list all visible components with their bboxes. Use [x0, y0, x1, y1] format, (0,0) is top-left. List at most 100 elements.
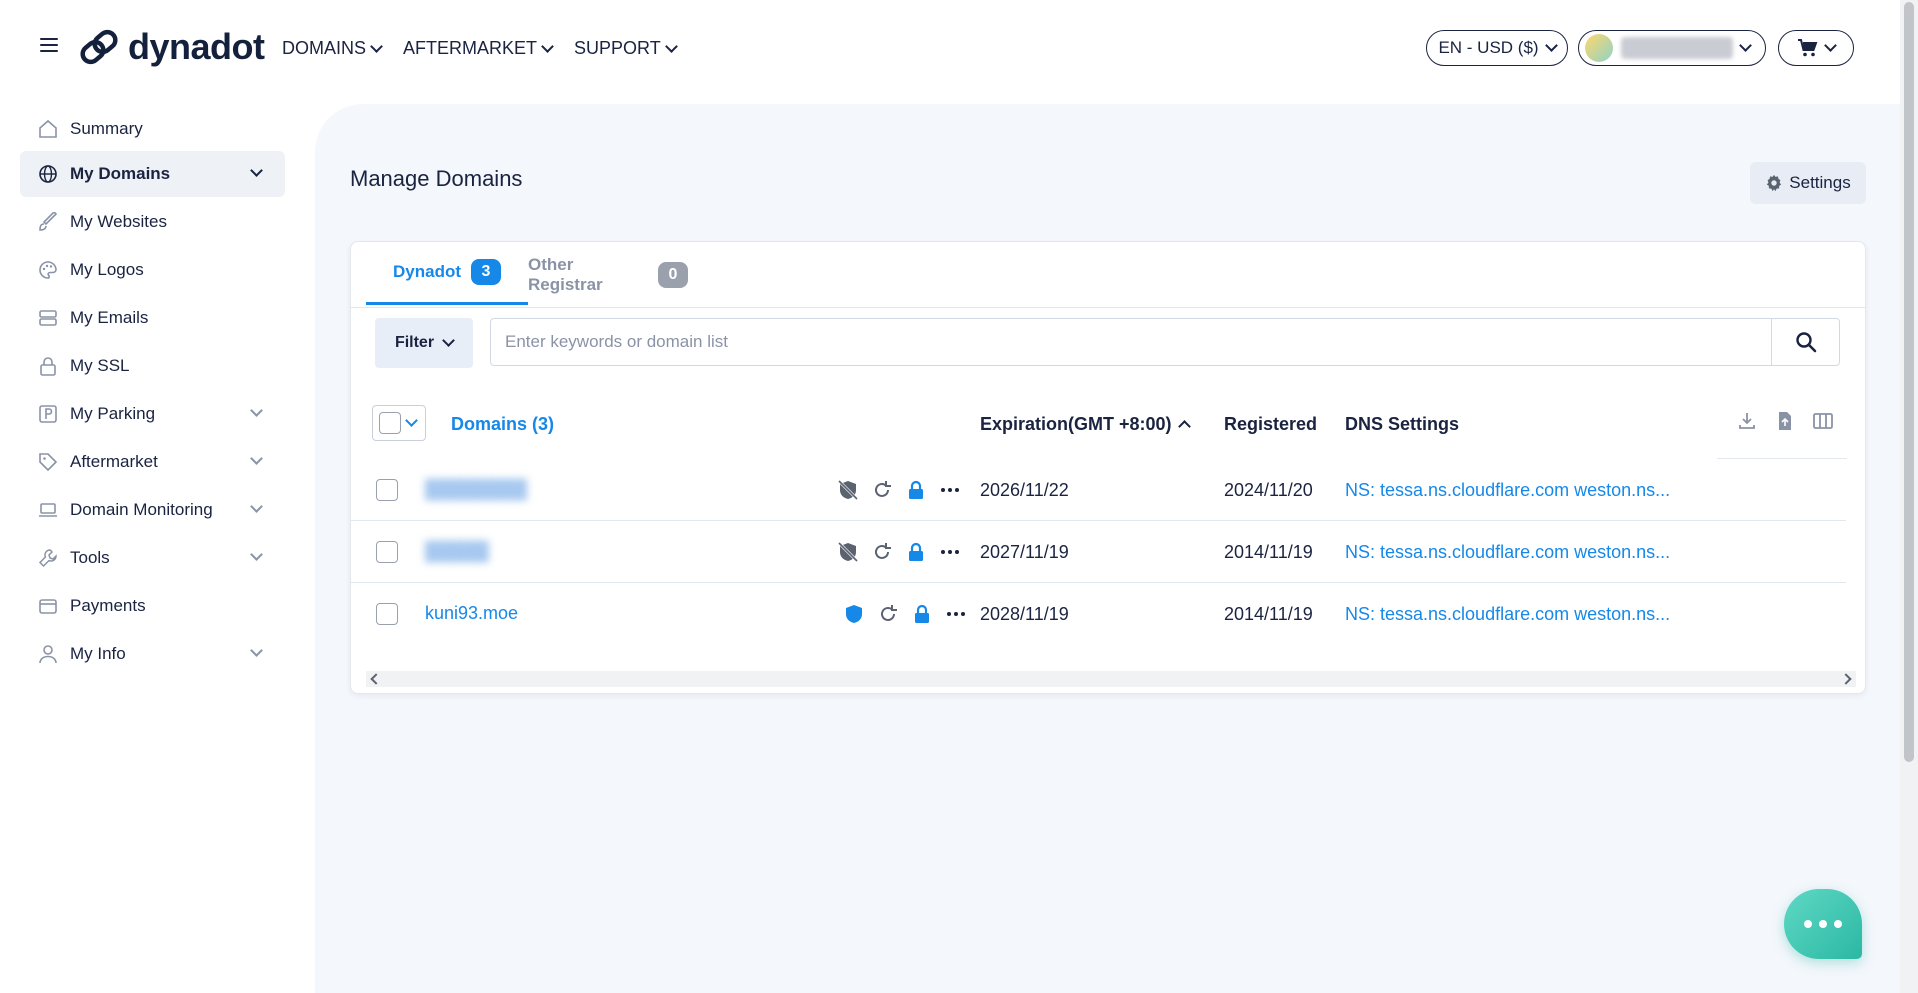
domain-name-redacted[interactable]: ████████ — [425, 479, 527, 500]
select-all-dropdown[interactable] — [372, 405, 426, 441]
chevron-down-icon — [250, 500, 263, 513]
row-checkbox[interactable] — [376, 541, 398, 563]
privacy-off-icon[interactable] — [837, 479, 859, 501]
tab-dynadot[interactable]: Dynadot 3 — [366, 242, 528, 305]
chat-button[interactable] — [1784, 889, 1862, 959]
sidebar-item-my-parking[interactable]: My Parking — [20, 391, 285, 437]
horizontal-scrollbar[interactable] — [366, 671, 1856, 687]
more-options-icon[interactable] — [939, 479, 961, 501]
registrar-tabs: Dynadot 3 Other Registrar 0 — [351, 242, 1865, 308]
dns-settings-link[interactable]: NS: tessa.ns.cloudflare.com weston.ns... — [1345, 604, 1670, 625]
vertical-scrollbar[interactable] — [1900, 0, 1918, 993]
domain-name-redacted[interactable]: █████ — [425, 541, 489, 562]
column-expiration[interactable]: Expiration(GMT +8:00) — [980, 414, 1191, 435]
lock-icon[interactable] — [905, 479, 927, 501]
top-header: dynadot DOMAINS AFTERMARKET SUPPORT EN -… — [0, 0, 1900, 96]
home-icon — [39, 119, 57, 138]
nav-support-label: SUPPORT — [574, 38, 661, 58]
sidebar-item-label: My Websites — [70, 212, 167, 231]
sidebar-item-label: My Info — [70, 644, 126, 663]
sidebar-item-label: Domain Monitoring — [70, 500, 213, 519]
sidebar: Summary My Domains My Websites My Logos … — [0, 96, 300, 993]
sidebar-item-my-domains[interactable]: My Domains — [20, 151, 285, 197]
logo-text: dynadot — [128, 26, 265, 67]
sort-ascending-icon — [1177, 420, 1191, 433]
dns-settings-link[interactable]: NS: tessa.ns.cloudflare.com weston.ns... — [1345, 480, 1670, 501]
search-input[interactable] — [491, 319, 1771, 365]
sidebar-item-my-logos[interactable]: My Logos — [20, 247, 285, 293]
settings-button[interactable]: Settings — [1750, 162, 1866, 204]
column-expiration-label: Expiration(GMT +8:00) — [980, 414, 1172, 434]
row-checkbox[interactable] — [376, 603, 398, 625]
dynadot-logo-icon — [80, 29, 118, 65]
page-title: Manage Domains — [350, 166, 523, 191]
globe-icon — [39, 165, 57, 183]
auto-renew-icon[interactable] — [871, 541, 893, 563]
sidebar-item-my-info[interactable]: My Info — [20, 631, 285, 677]
table-row: kuni93.moe 2028/11/19 2014/11/19 NS: tes… — [351, 583, 1846, 645]
column-dns-settings: DNS Settings — [1345, 414, 1460, 434]
sidebar-item-label: My Parking — [70, 404, 156, 423]
nav-aftermarket[interactable]: AFTERMARKET — [403, 38, 554, 59]
chevron-down-icon — [1823, 39, 1837, 52]
search-button[interactable] — [1771, 319, 1839, 365]
count-badge: 3 — [471, 259, 501, 285]
scrollbar-thumb[interactable] — [1904, 2, 1914, 762]
gear-icon — [1767, 174, 1782, 192]
logo[interactable]: dynadot — [78, 26, 265, 68]
scroll-right-icon[interactable] — [1840, 673, 1852, 685]
cart-button[interactable] — [1778, 30, 1854, 66]
row-checkbox[interactable] — [376, 479, 398, 501]
column-registered[interactable]: Registered — [1224, 414, 1317, 435]
privacy-off-icon[interactable] — [837, 541, 859, 563]
domains-card: Dynadot 3 Other Registrar 0 Filter Domai… — [350, 241, 1866, 694]
user-icon — [39, 645, 57, 664]
menu-icon[interactable] — [40, 38, 58, 52]
sidebar-item-aftermarket[interactable]: Aftermarket — [20, 439, 285, 485]
select-all-checkbox[interactable] — [379, 412, 401, 434]
columns-icon[interactable] — [1813, 411, 1833, 431]
sidebar-item-summary[interactable]: Summary — [20, 106, 285, 152]
chat-dot — [1804, 920, 1812, 928]
sidebar-item-domain-monitoring[interactable]: Domain Monitoring — [20, 487, 285, 533]
chevron-down-icon — [250, 644, 263, 657]
chevron-down-icon — [664, 39, 678, 53]
chevron-down-icon — [250, 164, 263, 177]
privacy-shield-icon[interactable] — [843, 603, 865, 625]
auto-renew-icon[interactable] — [871, 479, 893, 501]
lock-icon[interactable] — [905, 541, 927, 563]
account-name-redacted — [1621, 37, 1733, 59]
account-button[interactable] — [1578, 30, 1766, 66]
parking-icon — [39, 405, 57, 423]
sidebar-item-label: My Emails — [70, 308, 149, 327]
sidebar-item-my-websites[interactable]: My Websites — [20, 199, 285, 245]
more-options-icon[interactable] — [945, 603, 967, 625]
nav-domains[interactable]: DOMAINS — [282, 38, 383, 59]
sidebar-item-my-emails[interactable]: My Emails — [20, 295, 285, 341]
sidebar-item-payments[interactable]: Payments — [20, 583, 285, 629]
sidebar-item-tools[interactable]: Tools — [20, 535, 285, 581]
tab-other-registrar[interactable]: Other Registrar 0 — [528, 242, 688, 308]
nav-aftermarket-label: AFTERMARKET — [403, 38, 538, 58]
chevron-down-icon — [1739, 39, 1752, 52]
avatar — [1585, 34, 1613, 62]
count-badge: 0 — [658, 262, 688, 288]
column-domains[interactable]: Domains (3) — [451, 414, 554, 435]
auto-renew-icon[interactable] — [877, 603, 899, 625]
sidebar-item-label: My Logos — [70, 260, 144, 279]
chevron-down-icon — [405, 414, 418, 427]
file-upload-icon[interactable] — [1775, 411, 1795, 431]
sidebar-item-label: My SSL — [70, 356, 130, 375]
domain-name-link[interactable]: kuni93.moe — [425, 603, 518, 624]
more-options-icon[interactable] — [939, 541, 961, 563]
language-currency-button[interactable]: EN - USD ($) — [1426, 30, 1568, 66]
filter-button[interactable]: Filter — [375, 318, 473, 368]
sidebar-item-my-ssl[interactable]: My SSL — [20, 343, 285, 389]
nav-support[interactable]: SUPPORT — [574, 38, 678, 59]
sidebar-item-label: Payments — [70, 596, 146, 615]
scroll-left-icon[interactable] — [370, 673, 382, 685]
dns-settings-link[interactable]: NS: tessa.ns.cloudflare.com weston.ns... — [1345, 542, 1670, 563]
lock-icon[interactable] — [911, 603, 933, 625]
download-icon[interactable] — [1737, 411, 1757, 431]
chat-dot — [1834, 920, 1842, 928]
